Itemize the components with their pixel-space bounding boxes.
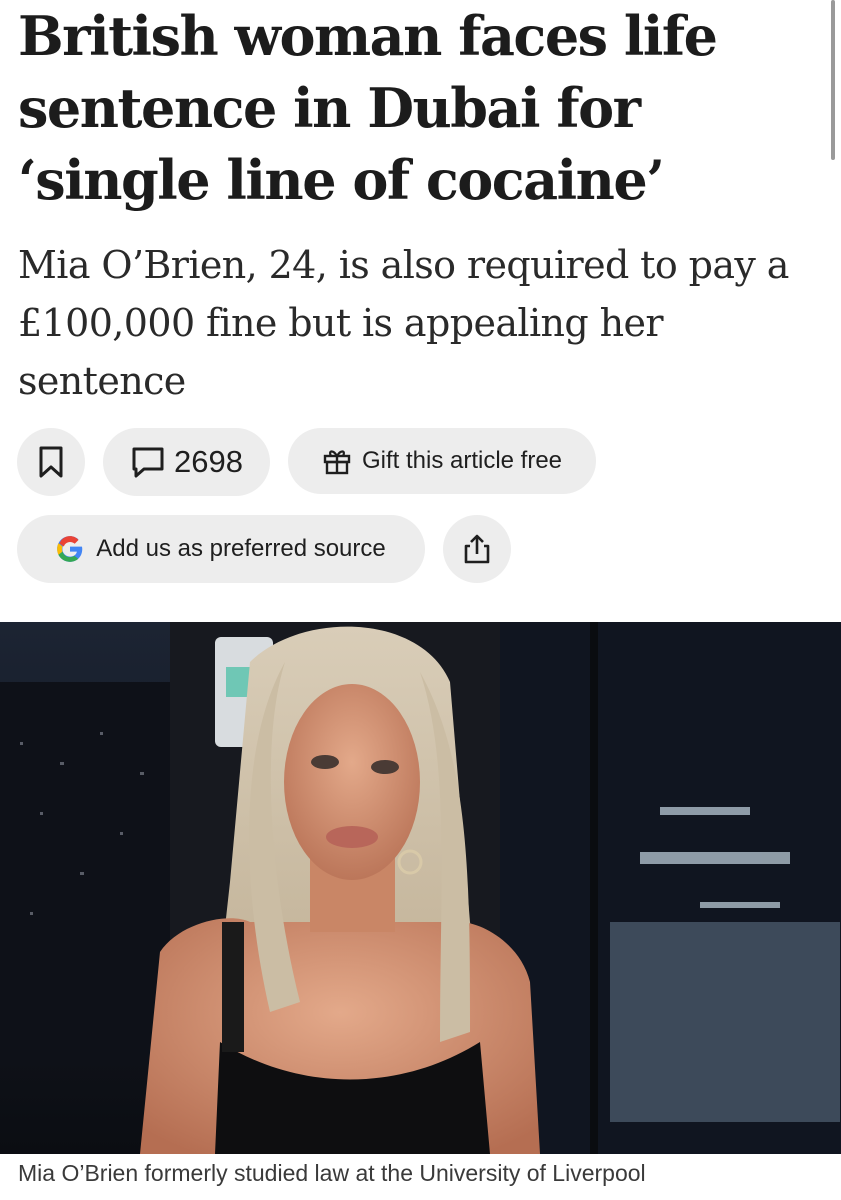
preferred-source-label: Add us as preferred source [96,535,386,562]
save-button[interactable] [17,428,85,496]
gift-article-button[interactable]: Gift this article free [288,428,596,494]
comment-count: 2698 [174,444,243,479]
comment-bubble-icon [130,446,166,478]
article-photo [0,622,841,1154]
article-standfirst: Mia O’Brien, 24, is also required to pay… [18,243,789,403]
preferred-source-button[interactable]: Add us as preferred source [17,515,425,583]
photo-caption: Mia O’Brien formerly studied law at the … [18,1160,646,1186]
gift-icon [322,447,352,475]
gift-label: Gift this article free [361,447,563,474]
page-scrollbar[interactable] [831,0,835,160]
share-icon [462,533,492,565]
bookmark-icon [38,446,64,478]
comments-button[interactable]: 2698 [103,428,270,496]
google-g-icon [56,535,84,563]
share-button[interactable] [443,515,511,583]
article-headline: British woman faces life sentence in Dub… [18,4,718,212]
